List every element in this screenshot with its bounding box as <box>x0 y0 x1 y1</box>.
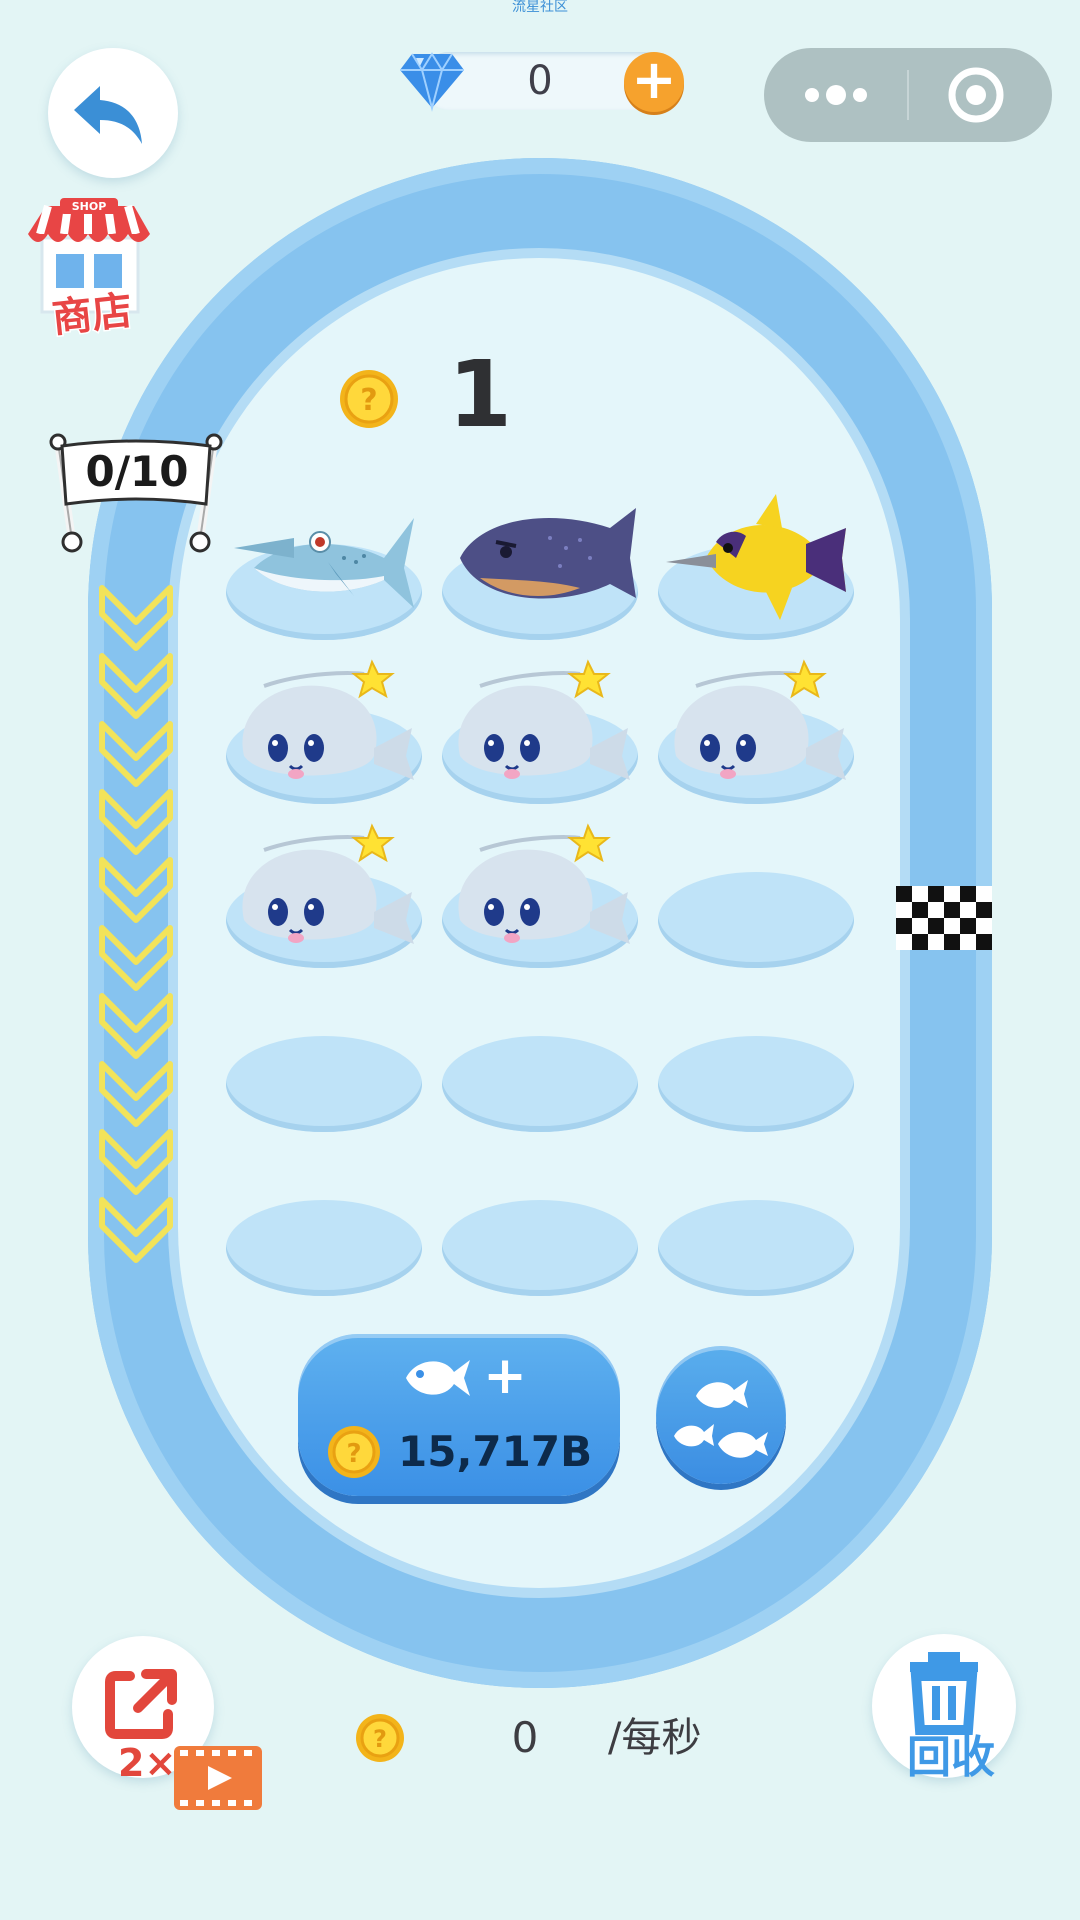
anglerfish-fish[interactable] <box>440 816 640 970</box>
anglerfish-fish[interactable] <box>224 652 424 806</box>
coin-icon: ? <box>340 370 398 428</box>
income-unit: /每秒 <box>608 1715 702 1761</box>
buy-plus: + <box>483 1346 527 1406</box>
progress-chevron <box>99 789 173 855</box>
more-menu-button[interactable] <box>764 48 908 142</box>
more-dots-icon <box>805 85 867 105</box>
svg-text:?: ? <box>360 383 377 418</box>
level-number: 1 <box>448 341 513 448</box>
anglerfish-fish[interactable] <box>440 652 640 806</box>
fish-slot[interactable] <box>442 1200 638 1296</box>
income-per-second: 0 <box>511 1713 539 1762</box>
yellow-angelfish-fish[interactable] <box>656 488 856 632</box>
fish-group-icon <box>674 1380 768 1458</box>
progress-chevron <box>99 1197 173 1263</box>
mini-program-capsule <box>764 48 1052 142</box>
fish-slot[interactable] <box>658 872 854 968</box>
progress-chevron <box>99 857 173 923</box>
progress-chevron <box>99 993 173 1059</box>
fish-slot[interactable] <box>658 1200 854 1296</box>
shop-label: 商店 <box>50 288 134 342</box>
progress-chevron <box>99 1129 173 1195</box>
purple-grouper-fish[interactable] <box>440 488 640 632</box>
progress-chevron <box>99 653 173 719</box>
anglerfish-fish[interactable] <box>224 816 424 970</box>
fish-icon <box>406 1360 470 1396</box>
gem-count: 0 <box>527 58 553 104</box>
progress-count: 0/10 <box>85 447 189 496</box>
buy-price: 15,717B <box>398 1427 593 1476</box>
progress-chevron <box>99 925 173 991</box>
fish-slot[interactable] <box>442 1036 638 1132</box>
shop-sign-text: SHOP <box>72 200 107 213</box>
progress-chevron <box>99 721 173 787</box>
progress-chevron <box>99 585 173 651</box>
video-play-icon[interactable] <box>172 1744 264 1812</box>
progress-chevrons <box>99 585 173 1263</box>
fish-slot[interactable] <box>658 1036 854 1132</box>
close-mini-program-button[interactable] <box>908 48 1052 142</box>
target-close-icon <box>948 67 1004 123</box>
coin-icon: ? <box>356 1714 404 1762</box>
auto-merge-button[interactable] <box>656 1346 786 1484</box>
fish-slot[interactable] <box>226 1200 422 1296</box>
back-button[interactable] <box>48 48 178 178</box>
progress-chevron <box>99 1061 173 1127</box>
diamond-icon <box>400 52 464 112</box>
shop-button[interactable]: SHOP 商店 <box>18 194 160 344</box>
recycle-label: 回收 <box>907 1732 995 1783</box>
status-text: 流星社区 <box>512 0 568 15</box>
anglerfish-fish[interactable] <box>656 652 856 806</box>
svg-text:?: ? <box>346 1439 361 1469</box>
finish-flag-icon <box>896 886 992 950</box>
add-gems-button[interactable]: + <box>624 52 684 112</box>
fish-slot[interactable] <box>226 1036 422 1132</box>
svg-text:?: ? <box>373 1725 387 1753</box>
hammerhead-shark-fish[interactable] <box>224 488 424 632</box>
coin-icon: ? <box>328 1426 380 1478</box>
back-arrow-icon <box>74 86 142 144</box>
